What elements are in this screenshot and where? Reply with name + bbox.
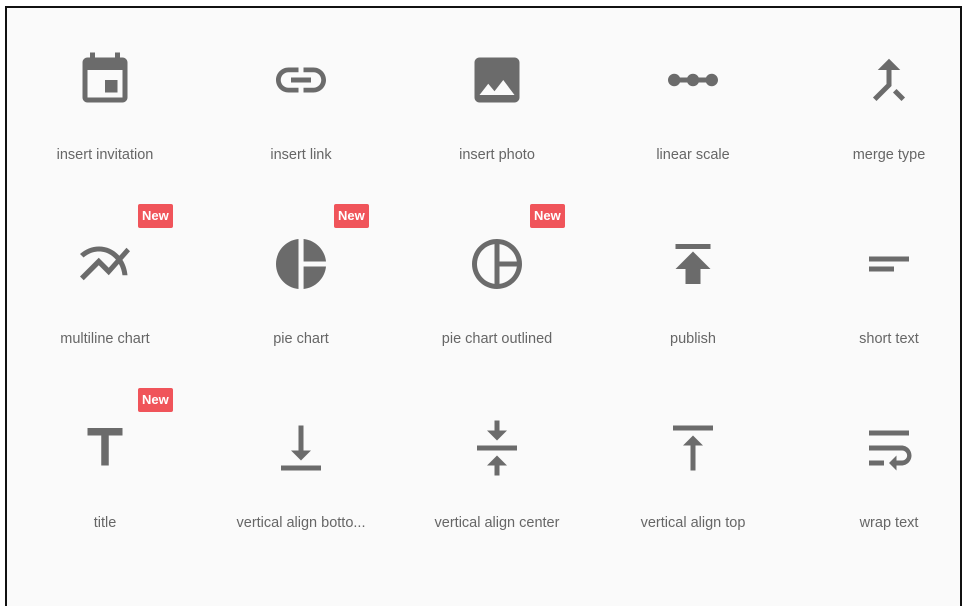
icon-label: merge type xyxy=(852,147,926,163)
icon-label: short text xyxy=(859,331,919,347)
title-icon xyxy=(87,428,123,466)
icon-label: title xyxy=(93,515,117,531)
icon-tile-pie-chart[interactable]: pie chart New xyxy=(203,202,399,352)
insert-photo-icon xyxy=(474,57,520,103)
icon-label: insert photo xyxy=(459,147,535,163)
icon-tile-vertical-align-center[interactable]: vertical align center xyxy=(399,386,595,536)
insert-link-icon xyxy=(276,67,326,93)
icon-label: publish xyxy=(670,331,716,347)
icon-tile-publish[interactable]: publish xyxy=(595,202,791,352)
vertical-align-center-icon xyxy=(477,420,517,476)
icon-tile-linear-scale[interactable]: linear scale xyxy=(595,18,791,168)
icon-tile-vertical-align-bottom[interactable]: vertical align botto... xyxy=(203,386,399,536)
icon-gallery-panel: insert invitation insert link insert pho… xyxy=(5,6,962,606)
new-badge: New xyxy=(334,204,369,228)
multiline-chart-icon xyxy=(80,246,130,281)
icon-label: linear scale xyxy=(656,147,730,163)
icon-label: multiline chart xyxy=(60,331,150,347)
wrap-text-icon xyxy=(869,430,912,471)
icon-label: vertical align center xyxy=(434,515,560,531)
pie-chart-icon xyxy=(276,239,326,289)
icon-tile-insert-link[interactable]: insert link xyxy=(203,18,399,168)
new-badge: New xyxy=(530,204,565,228)
linear-scale-icon xyxy=(668,73,718,87)
icon-tile-insert-photo[interactable]: insert photo xyxy=(399,18,595,168)
vertical-align-bottom-icon xyxy=(281,425,321,471)
short-text-icon xyxy=(869,256,909,272)
icon-tile-vertical-align-top[interactable]: vertical align top xyxy=(595,386,791,536)
publish-icon xyxy=(675,244,711,284)
merge-type-icon xyxy=(872,58,906,102)
icon-label: pie chart xyxy=(273,331,329,347)
new-badge: New xyxy=(138,204,173,228)
icon-tile-wrap-text[interactable]: wrap text xyxy=(791,386,960,536)
icon-tile-insert-invitation[interactable]: insert invitation xyxy=(7,18,203,168)
icon-label: insert link xyxy=(270,147,332,163)
icon-label: pie chart outlined xyxy=(441,331,553,347)
icon-tile-merge-type[interactable]: merge type xyxy=(791,18,960,168)
icon-tile-title[interactable]: title New xyxy=(7,386,203,536)
icon-tile-pie-chart-outlined[interactable]: pie chart outlined New xyxy=(399,202,595,352)
icon-label: insert invitation xyxy=(56,147,154,163)
new-badge: New xyxy=(138,388,173,412)
insert-invitation-icon xyxy=(82,52,128,103)
icon-label: vertical align botto... xyxy=(236,515,366,531)
vertical-align-top-icon xyxy=(673,425,713,471)
icon-tile-short-text[interactable]: short text xyxy=(791,202,960,352)
pie-chart-outlined-icon xyxy=(472,239,522,289)
icon-label: wrap text xyxy=(859,515,919,531)
icon-label: vertical align top xyxy=(640,515,746,531)
icon-tile-multiline-chart[interactable]: multiline chart New xyxy=(7,202,203,352)
